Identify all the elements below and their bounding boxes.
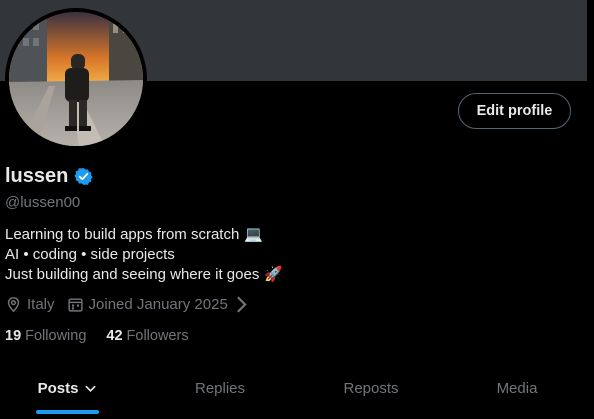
join-date[interactable]: Joined January 2025 [67, 296, 255, 313]
tab-replies[interactable]: Replies [152, 362, 288, 415]
calendar-icon [67, 298, 83, 312]
location-pin-icon [7, 297, 20, 313]
bio-text: Learning to build apps from scratch [5, 226, 240, 243]
tab-media[interactable]: Media [449, 362, 585, 415]
tab-posts[interactable]: Posts [0, 362, 135, 415]
profile-page: Edit profile lussen @lussen00 Learning t… [0, 0, 594, 419]
avatar[interactable] [5, 8, 147, 150]
active-tab-indicator [36, 410, 99, 414]
join-date-text: Joined January 2025 [88, 296, 228, 313]
chevron-down-icon [85, 385, 97, 393]
tab-label: Posts [37, 380, 79, 397]
followers-count: 42 [106, 328, 123, 344]
tab-label: Media [496, 380, 538, 397]
location-text: Italy [27, 296, 55, 313]
profile-bio: Learning to build apps from scratch 💻 AI… [5, 225, 283, 285]
bio-line: Just building and seeing where it goes 🚀 [5, 265, 283, 285]
avatar-photo [9, 12, 143, 146]
followers-label: Followers [126, 328, 189, 344]
scrollbar[interactable] [587, 0, 594, 419]
tab-reposts[interactable]: Reposts [303, 362, 439, 415]
follow-stats: 19 Following 42 Followers [5, 328, 209, 344]
tab-label: Reposts [343, 380, 399, 397]
following-label: Following [25, 328, 87, 344]
tab-label: Replies [194, 380, 246, 397]
profile-tabs: Posts Replies Reposts Media [0, 362, 587, 419]
following-count: 19 [5, 328, 22, 344]
bio-line: AI • coding • side projects [5, 245, 283, 265]
bio-text: Just building and seeing where it goes [5, 266, 260, 283]
verified-badge-icon[interactable] [74, 167, 93, 186]
display-name: lussen [5, 165, 69, 187]
profile-meta: Italy Joined January 2025 [5, 296, 267, 313]
following-link[interactable]: 19 Following [5, 328, 86, 344]
edit-profile-button[interactable]: Edit profile [458, 93, 571, 129]
bio-text: AI • coding • side projects [5, 246, 175, 263]
followers-link[interactable]: 42 Followers [106, 328, 188, 344]
chevron-right-icon [236, 296, 247, 313]
name-row: lussen [5, 165, 93, 188]
laptop-emoji-icon: 💻 [244, 226, 263, 243]
user-handle: @lussen00 [5, 194, 81, 211]
location: Italy [5, 296, 55, 313]
rocket-emoji-icon: 🚀 [264, 266, 284, 283]
bio-line: Learning to build apps from scratch 💻 [5, 225, 283, 245]
